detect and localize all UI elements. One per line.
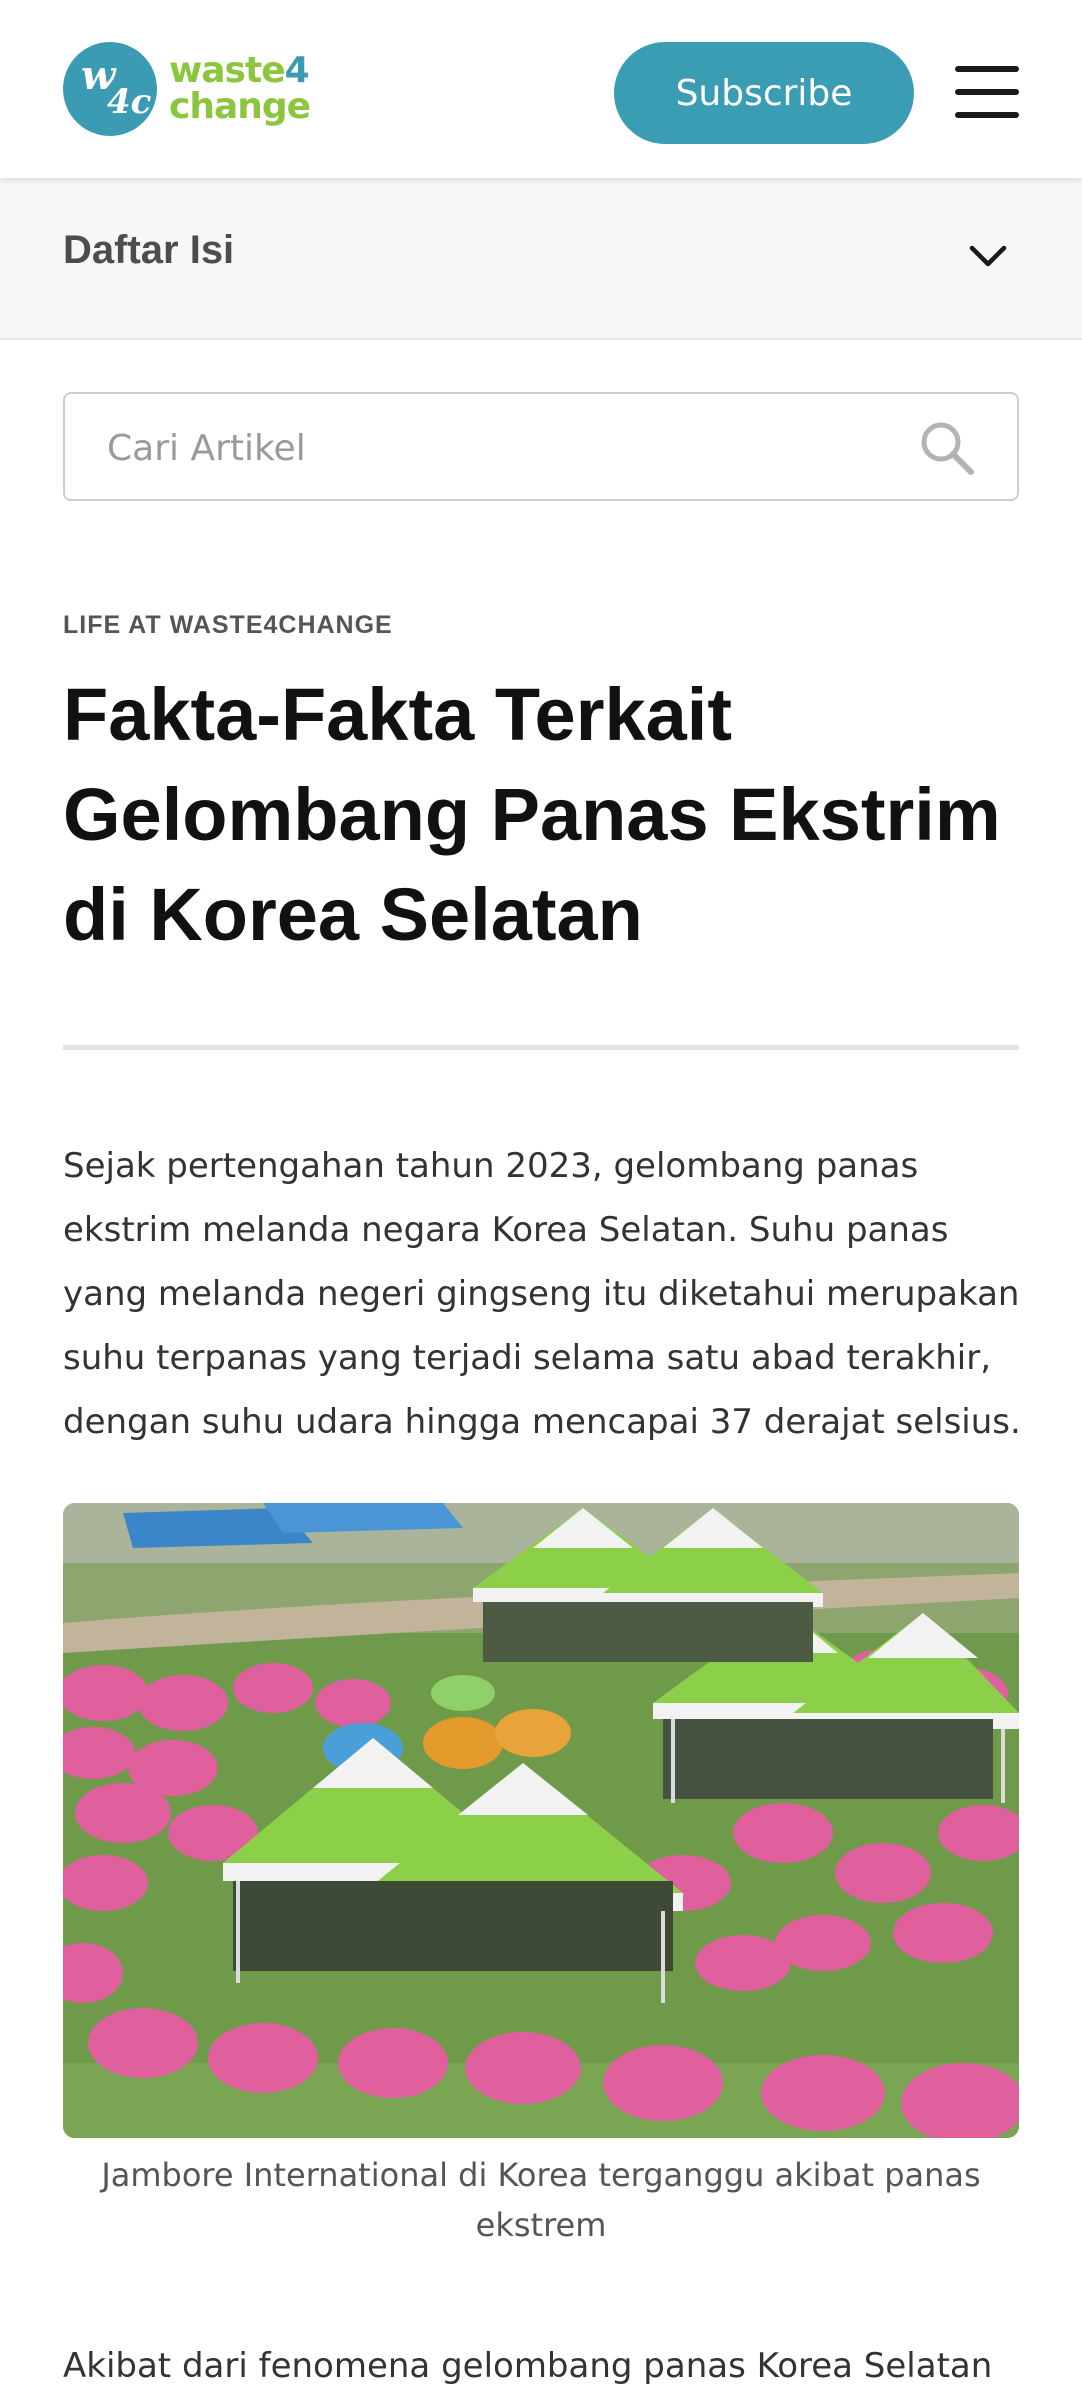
search-box	[63, 392, 1019, 501]
search-icon[interactable]	[917, 418, 977, 478]
article-paragraph: Akibat dari fenomena gelombang panas Kor…	[63, 2346, 993, 2386]
logo-word-waste: waste	[169, 50, 286, 91]
logo-badge-icon: w 4c	[63, 42, 157, 136]
toc-label: Daftar Isi	[63, 228, 235, 272]
image-caption: Jambore International di Korea terganggu…	[101, 2156, 981, 2244]
search-input[interactable]	[107, 418, 887, 478]
table-of-contents-dropdown[interactable]: Daftar Isi	[0, 178, 1082, 340]
subscribe-button[interactable]: Subscribe	[614, 42, 914, 144]
chevron-down-icon[interactable]	[966, 234, 1010, 278]
logo-word-four: 4	[284, 50, 310, 91]
site-header: w 4c waste4 change Subscribe	[0, 0, 1082, 178]
article-image	[63, 1503, 1019, 2138]
logo-wordmark: waste4 change	[169, 50, 311, 127]
title-divider	[63, 1045, 1019, 1050]
article-category[interactable]: LIFE AT WASTE4CHANGE	[63, 611, 393, 640]
jamboree-tents-photo	[63, 1503, 1019, 2138]
article-title: Fakta-Fakta Terkait Gelombang Panas Ekst…	[63, 673, 1001, 956]
waste4change-logo[interactable]: w 4c waste4 change	[63, 42, 311, 136]
hamburger-icon[interactable]	[955, 66, 1019, 118]
logo-word-change: change	[169, 86, 311, 127]
article-paragraph: Sejak pertengahan tahun 2023, gelombang …	[63, 1146, 1021, 1442]
